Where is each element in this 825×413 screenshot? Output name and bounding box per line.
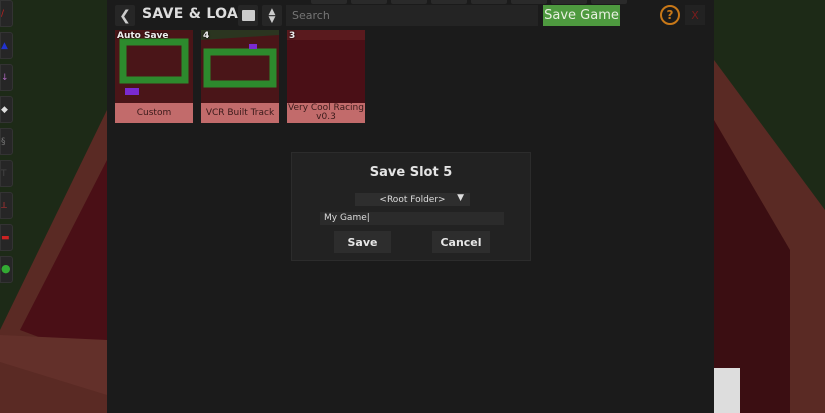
tool-line[interactable]: / — [0, 0, 13, 27]
chain-icon: § — [1, 137, 6, 147]
line-icon: / — [1, 9, 5, 19]
top-menu-tab[interactable] — [591, 0, 627, 4]
folder-dropdown[interactable]: <Root Folder> ▼ — [355, 193, 470, 206]
save-slot-card[interactable]: Auto Save Custom — [115, 30, 193, 123]
top-menu-tab[interactable] — [391, 0, 427, 4]
search-input[interactable] — [286, 5, 538, 26]
tool-gizmo[interactable]: ▲ — [0, 32, 13, 59]
close-button[interactable]: X — [685, 5, 705, 25]
save-thumbnail: 4 — [201, 30, 279, 103]
dialog-title: Save Slot 5 — [369, 165, 453, 180]
tool-hide[interactable]: ◆ — [0, 96, 13, 123]
tool-joint[interactable]: § — [0, 128, 13, 155]
save-name-input[interactable]: My Game| — [320, 212, 504, 225]
folder-button[interactable] — [238, 5, 258, 26]
save-slot-card[interactable]: 3 Very Cool Racing v0.3 — [287, 30, 365, 123]
folder-icon — [241, 10, 255, 21]
snap-icon: ▬ — [1, 233, 10, 243]
save-button[interactable]: Save — [334, 231, 391, 253]
save-name: Custom — [115, 103, 193, 123]
save-slot-dialog: Save Slot 5 <Root Folder> ▼ My Game| Sav… — [291, 152, 531, 261]
save-name: VCR Built Track — [201, 103, 279, 123]
help-button[interactable]: ? — [660, 5, 680, 25]
arrow-down-icon: ↓ — [1, 73, 9, 83]
help-icon: ? — [666, 8, 674, 22]
save-name-value: My Game — [324, 213, 367, 223]
text-icon: T — [1, 169, 7, 179]
save-slot-number: 3 — [289, 31, 296, 41]
top-menu-tab[interactable] — [351, 0, 387, 4]
eye-icon: ◆ — [1, 105, 8, 115]
top-menu-tab[interactable] — [471, 0, 507, 4]
cancel-button[interactable]: Cancel — [432, 231, 490, 253]
top-menu-tab[interactable] — [511, 0, 547, 4]
save-thumbnail: 3 — [287, 30, 365, 103]
top-menu-tab[interactable] — [551, 0, 587, 4]
save-game-button[interactable]: Save Game — [543, 5, 620, 26]
sphere-icon: ● — [1, 262, 11, 275]
tool-measure[interactable]: ⟂ — [0, 192, 13, 219]
save-slot-card[interactable]: 4 VCR Built Track — [201, 30, 279, 123]
close-icon: X — [691, 8, 699, 22]
save-slot-number: 4 — [203, 31, 210, 41]
tool-text[interactable]: T — [0, 160, 13, 187]
top-menu-tab[interactable] — [431, 0, 467, 4]
save-name: Very Cool Racing v0.3 — [287, 103, 365, 123]
chevron-down-icon: ▼ — [457, 193, 464, 203]
tool-physics[interactable]: ● — [0, 256, 13, 283]
tool-flick[interactable]: ↓ — [0, 64, 13, 91]
folder-dropdown-value: <Root Folder> — [379, 194, 446, 205]
ruler-icon: ⟂ — [1, 201, 8, 211]
tool-snap[interactable]: ▬ — [0, 224, 13, 251]
sort-button[interactable]: ▲ ▼ — [262, 5, 282, 26]
sort-icon: ▲ ▼ — [268, 6, 276, 25]
top-menu-tab[interactable] — [311, 0, 347, 4]
save-thumbnail: Auto Save — [115, 30, 193, 103]
gizmo-icon: ▲ — [1, 41, 8, 51]
chevron-left-icon: ❮ — [119, 7, 131, 24]
back-button[interactable]: ❮ — [115, 5, 135, 26]
save-slot-number: Auto Save — [117, 31, 169, 41]
